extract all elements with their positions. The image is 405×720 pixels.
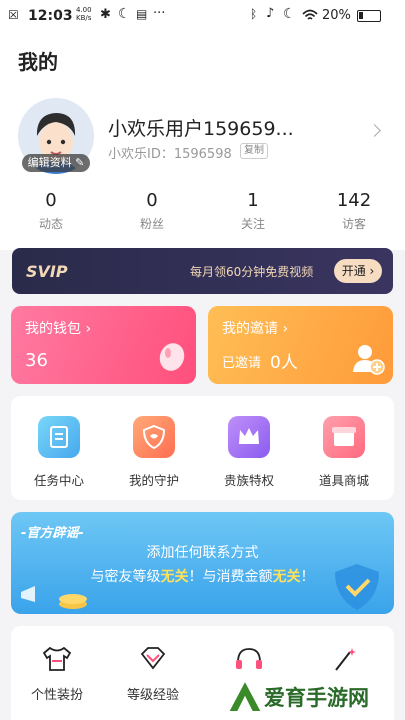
diamond-icon (140, 647, 166, 670)
net-speed: 4.00 KB/s (76, 6, 92, 22)
dnd-moon-icon: ☾ (283, 6, 296, 22)
headset-icon (236, 648, 262, 669)
banner-text: ！ (300, 569, 315, 585)
stat-label: 访客 (341, 217, 366, 231)
shirt-icon (42, 646, 72, 671)
site-watermark: 爱育手游网 (222, 676, 402, 716)
feature-personal-outfit[interactable]: 个性装扮 (11, 646, 103, 703)
banner-text: 与密友等级 (90, 569, 161, 585)
close-box-icon: ☒ (8, 8, 19, 22)
guard-icon (133, 416, 175, 458)
feature-label: 等级经验 (126, 688, 179, 703)
watermark-text: 爱育手游网 (264, 686, 369, 710)
status-time: 12:03 (28, 8, 73, 24)
status-bar: ☒ 12:03 4.00 KB/s ✱ ☾ ▤ ··· ᛒ ♪ ☾ 20% (0, 0, 405, 32)
feature-label: 贵族特权 (223, 473, 274, 488)
stat-value: 1 (247, 190, 259, 211)
wifi-icon (302, 9, 318, 20)
feature-task-center[interactable]: 任务中心 (21, 416, 97, 489)
feature-shop[interactable]: 道具商城 (306, 416, 382, 489)
feature-label: 道具商城 (318, 473, 369, 488)
wallet-title: 我的钱包 › (25, 321, 92, 337)
feature-label: 我的守护 (128, 473, 179, 488)
edit-profile-button[interactable]: 编辑资料 ✎ (22, 154, 90, 172)
edit-profile-label: 编辑资料 (27, 156, 72, 169)
open-svip-button[interactable]: 开通 › (334, 259, 382, 283)
user-name: 小欢乐用户159659... (108, 118, 294, 140)
invited-count: 0人 (270, 353, 298, 373)
crown-icon (228, 416, 270, 458)
stat-fans[interactable]: 0 粉丝 (112, 190, 192, 232)
stat-visitors[interactable]: 142 访客 (314, 190, 394, 232)
svip-logo: SVIP (26, 262, 68, 281)
banner-highlight: 无关 (272, 569, 301, 585)
page-title: 我的 (18, 50, 58, 74)
stat-value: 142 (336, 190, 372, 211)
feature-grid: 任务中心 我的守护 贵族特权 道具商城 (11, 396, 394, 500)
sim-icon: ▤ (136, 7, 148, 21)
stat-value: 0 (146, 190, 158, 211)
stat-label: 关注 (240, 217, 265, 231)
stat-label: 动态 (38, 217, 63, 231)
stat-label: 粉丝 (139, 217, 164, 231)
feature-my-guard[interactable]: 我的守护 (116, 416, 192, 489)
wallet-card[interactable]: 我的钱包 › 36 (11, 306, 196, 384)
watermark-logo-icon (226, 678, 264, 713)
copy-id-button[interactable]: 复制 (240, 143, 268, 159)
stat-following[interactable]: 1 关注 (213, 190, 293, 232)
svip-banner[interactable]: SVIP 每月领60分钟免费视频 开通 › (12, 248, 393, 294)
battery-percent: 20% (322, 8, 351, 23)
feature-noble[interactable]: 贵族特权 (211, 416, 287, 489)
carousel-dots[interactable] (181, 604, 225, 608)
stat-posts[interactable]: 0 动态 (11, 190, 91, 232)
official-notice-banner[interactable]: -官方辟谣- 添加任何联系方式 与密友等级无关！与消费金额无关！ (11, 512, 394, 614)
add-user-icon (353, 345, 385, 375)
banner-highlight: 无关 (160, 569, 189, 585)
task-icon (38, 416, 80, 458)
shop-icon (323, 416, 365, 458)
svip-text: 每月领60分钟免费视频 (190, 265, 314, 279)
user-id: 小欢乐ID：1596598 (108, 147, 232, 162)
magic-wand-icon (335, 648, 356, 671)
shield-check-icon (335, 564, 379, 610)
banner-line1: 添加任何联系方式 (146, 545, 259, 561)
banner-text: ！与消费金额 (188, 569, 273, 585)
invited-label: 已邀请 (222, 356, 262, 371)
wallet-balance: 36 (25, 350, 48, 371)
bluetooth-icon: ᛒ (250, 7, 258, 21)
mute-icon: ♪ (266, 6, 275, 21)
feature-label: 任务中心 (33, 473, 84, 488)
bean-icon (159, 343, 185, 371)
feature-label: 个性装扮 (30, 688, 83, 703)
feature-level-exp[interactable]: 等级经验 (107, 646, 199, 703)
moon-icon: ☾ (118, 6, 131, 22)
invite-title: 我的邀请 › (222, 321, 289, 337)
invite-card[interactable]: 我的邀请 › 已邀请 0人 (208, 306, 393, 384)
megaphone-coins-icon (21, 586, 87, 609)
pencil-icon: ✎ (75, 156, 85, 169)
stat-value: 0 (45, 190, 57, 211)
banner-tag: -官方辟谣- (21, 526, 84, 541)
bug-icon: ✱ (100, 7, 111, 22)
more-dots-icon: ··· (153, 6, 166, 21)
battery-icon (357, 10, 381, 22)
